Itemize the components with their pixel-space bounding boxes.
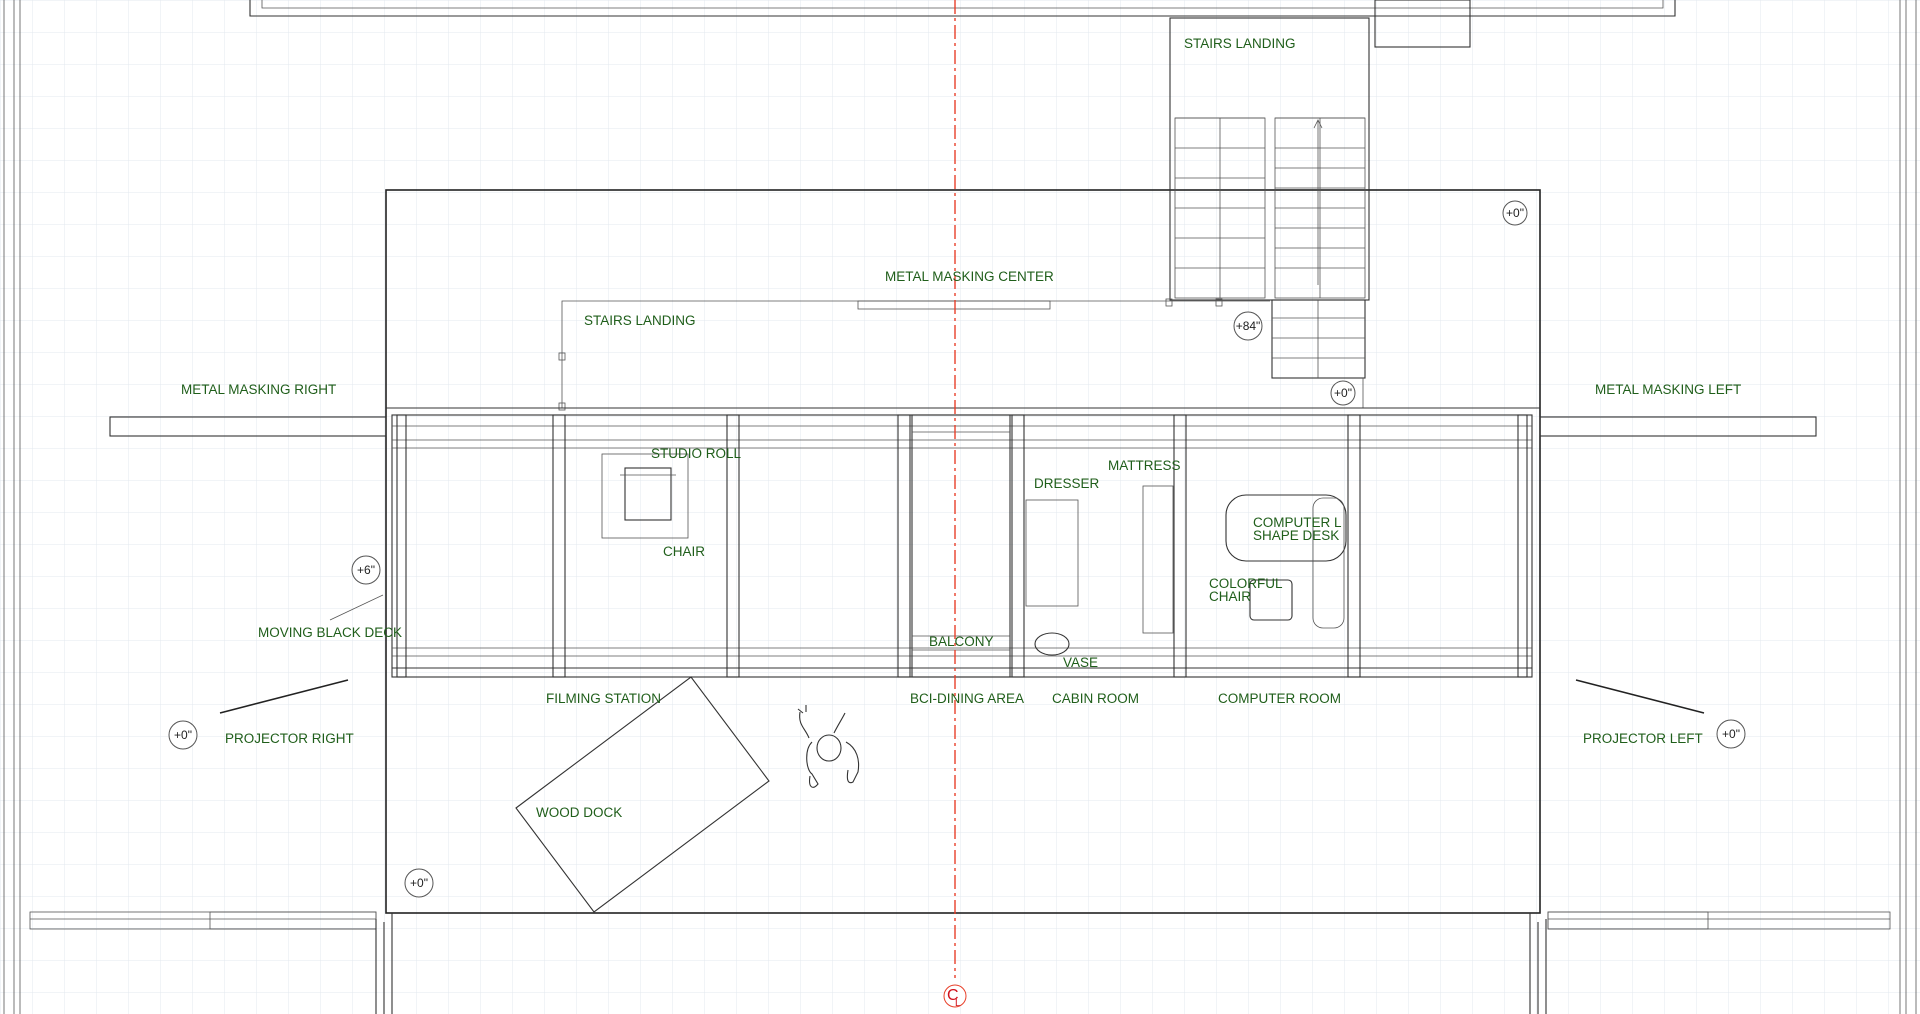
elevation-moving-deck: +6": [351, 555, 381, 585]
label-computer-room: COMPUTER ROOM: [1218, 691, 1341, 706]
label-metal-masking-left: METAL MASKING LEFT: [1595, 382, 1741, 397]
label-dresser: DRESSER: [1034, 476, 1100, 491]
label-bci-dining-area: BCI-DINING AREA: [910, 691, 1024, 706]
label-balcony: BALCONY: [929, 634, 994, 649]
label-wood-dock: WOOD DOCK: [536, 805, 622, 820]
label-stairs-landing-top: STAIRS LANDING: [1184, 36, 1296, 51]
elevation-stage-upper-right: +0": [1502, 200, 1528, 226]
label-colorful-chair-2: CHAIR: [1209, 589, 1251, 604]
elevation-projector-left: +0": [1716, 719, 1746, 749]
label-studio-roll: STUDIO ROLL: [651, 446, 742, 461]
drafting-grid: [0, 0, 1920, 1014]
svg-text:+0": +0": [1722, 727, 1740, 741]
centerline-subscript: L: [955, 998, 961, 1009]
elevation-projector-right: +0": [168, 720, 198, 750]
label-projector-left: PROJECTOR LEFT: [1583, 731, 1703, 746]
label-vase: VASE: [1063, 655, 1098, 670]
svg-text:+0": +0": [1334, 386, 1352, 400]
label-chair: CHAIR: [663, 544, 705, 559]
label-cabin-room: CABIN ROOM: [1052, 691, 1139, 706]
label-projector-right: PROJECTOR RIGHT: [225, 731, 354, 746]
svg-text:+6": +6": [357, 563, 375, 577]
svg-text:+0": +0": [174, 728, 192, 742]
svg-text:+84": +84": [1236, 319, 1261, 333]
label-moving-black-deck: MOVING BLACK DECK: [258, 625, 402, 640]
label-computer-desk-2: SHAPE DESK: [1253, 528, 1339, 543]
svg-text:+0": +0": [410, 876, 428, 890]
label-metal-masking-right: METAL MASKING RIGHT: [181, 382, 336, 397]
elevation-stairs-bottom: +0": [1330, 380, 1356, 406]
label-metal-masking-center: METAL MASKING CENTER: [885, 269, 1054, 284]
label-mattress: MATTRESS: [1108, 458, 1181, 473]
elevation-stage-lower-left: +0": [404, 868, 434, 898]
elevation-stairs-top: +84": [1233, 311, 1263, 341]
label-filming-station: FILMING STATION: [546, 691, 661, 706]
svg-text:+0": +0": [1506, 206, 1524, 220]
label-stairs-landing: STAIRS LANDING: [584, 313, 696, 328]
stage-ground-plan: C L +0" +84" +0" +6" +0" +0" +0" STAIRS …: [0, 0, 1920, 1014]
